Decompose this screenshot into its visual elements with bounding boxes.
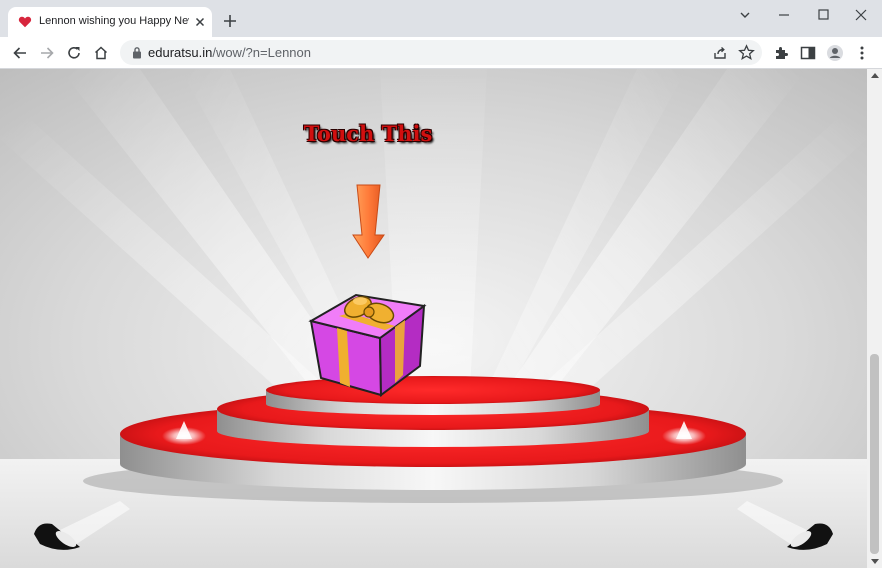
bookmark-star-icon[interactable] [738,44,755,61]
new-tab-icon[interactable] [221,12,239,30]
scroll-down-arrow-icon[interactable] [871,559,879,564]
back-icon[interactable] [11,44,29,62]
page-viewport: Touch This [0,69,867,568]
stage-tier-top [266,376,600,415]
vertical-scrollbar[interactable] [867,69,882,568]
browser-window: Lennon wishing you Happy New eduratsu.in… [0,0,882,568]
forward-icon[interactable] [38,44,56,62]
share-icon[interactable] [712,45,728,61]
maximize-icon[interactable] [812,6,834,24]
heart-icon [18,16,32,28]
address-bar[interactable]: eduratsu.in/wow/?n=Lennon [120,40,762,65]
close-tab-icon[interactable] [192,14,208,30]
profile-avatar-icon[interactable] [826,44,844,62]
close-window-icon[interactable] [850,6,872,24]
browser-tab[interactable]: Lennon wishing you Happy New [8,7,212,37]
url-text[interactable]: eduratsu.in/wow/?n=Lennon [148,45,311,60]
browser-toolbar: eduratsu.in/wow/?n=Lennon [0,37,882,69]
home-icon[interactable] [92,44,110,62]
extensions-icon[interactable] [772,44,790,62]
tab-strip: Lennon wishing you Happy New [0,0,882,37]
url-path: /wow/?n=Lennon [212,45,311,60]
menu-kebab-icon[interactable] [853,44,871,62]
tab-search-icon[interactable] [734,6,756,24]
touch-this-prompt[interactable]: Touch This [230,121,506,146]
minimize-icon[interactable] [773,6,795,24]
tab-title: Lennon wishing you Happy New [39,15,189,27]
reload-icon[interactable] [65,44,83,62]
side-panel-icon[interactable] [799,44,817,62]
url-host: eduratsu.in [148,45,213,60]
scroll-up-arrow-icon[interactable] [871,73,879,78]
scrollbar-thumb[interactable] [870,354,879,554]
lock-icon[interactable] [132,46,142,59]
